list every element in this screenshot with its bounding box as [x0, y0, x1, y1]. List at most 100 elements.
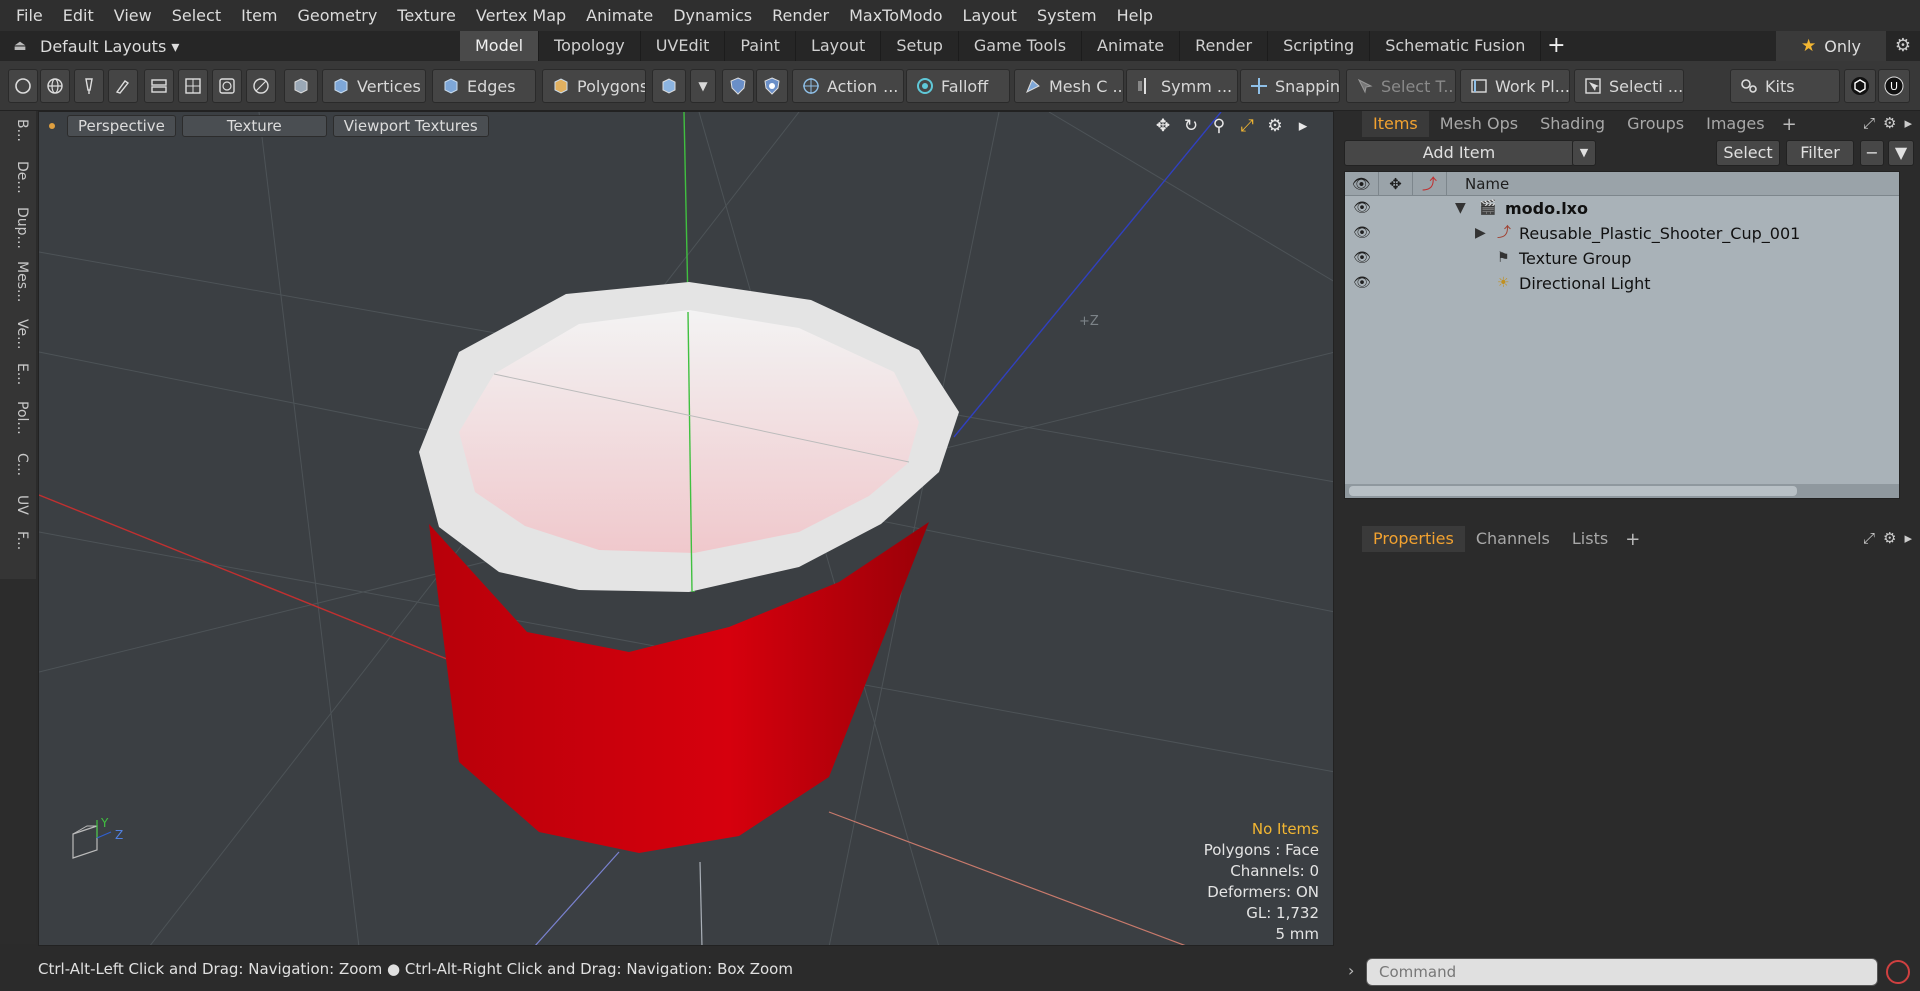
mesh-constraint-button[interactable]: Mesh C ...: [1014, 69, 1124, 103]
left-tab-5[interactable]: Ve...: [6, 319, 30, 349]
select-through-button[interactable]: Select T...: [1346, 69, 1456, 103]
tab-schematic-fusion[interactable]: Schematic Fusion: [1370, 31, 1542, 61]
expand-icon[interactable]: ⤢: [1863, 114, 1875, 132]
left-tab-1[interactable]: B...: [6, 119, 30, 142]
left-tab-2[interactable]: De...: [6, 161, 30, 194]
kits-button[interactable]: Kits: [1730, 69, 1840, 103]
perspective-dropdown[interactable]: Perspective: [67, 115, 176, 137]
filter-button[interactable]: Filter: [1786, 140, 1854, 166]
loop-button[interactable]: [144, 69, 174, 103]
edges-button[interactable]: Edges: [432, 69, 536, 103]
tab-paint[interactable]: Paint: [725, 31, 796, 61]
command-input[interactable]: Command: [1366, 958, 1878, 986]
tree-horizontal-scrollbar[interactable]: [1345, 484, 1899, 498]
menu-file[interactable]: File: [6, 0, 53, 31]
expand-arrow-icon[interactable]: ▼: [1455, 196, 1466, 221]
arc-button[interactable]: [246, 69, 276, 103]
tab-animate[interactable]: Animate: [1082, 31, 1181, 61]
tab-scripting[interactable]: Scripting: [1268, 31, 1371, 61]
play-icon[interactable]: ▸: [1293, 116, 1313, 136]
falloff-button[interactable]: Falloff: [906, 69, 1010, 103]
add-panel-tab-icon[interactable]: +: [1776, 114, 1803, 135]
viewport-gear-icon[interactable]: ⚙: [1265, 116, 1285, 136]
menu-animate[interactable]: Animate: [576, 0, 663, 31]
symmetry-button[interactable]: Symm ...: [1126, 69, 1238, 103]
viewport-textures-dropdown[interactable]: Viewport Textures: [332, 115, 489, 137]
globe-button[interactable]: [40, 69, 70, 103]
tab-channels[interactable]: Channels: [1465, 526, 1561, 552]
menu-layout[interactable]: Layout: [953, 0, 1027, 31]
scrollbar-thumb[interactable]: [1349, 486, 1797, 496]
add-tab-icon[interactable]: +: [1541, 31, 1571, 61]
menu-texture[interactable]: Texture: [387, 0, 466, 31]
visibility-col-icon[interactable]: 👁: [1345, 172, 1379, 196]
visibility-eye-icon[interactable]: 👁: [1349, 271, 1375, 296]
unreal-button[interactable]: U: [1878, 69, 1910, 103]
tab-groups[interactable]: Groups: [1616, 111, 1695, 137]
symmetry-shield-button[interactable]: [722, 69, 754, 103]
menu-item[interactable]: Item: [231, 0, 287, 31]
tab-layout[interactable]: Layout: [796, 31, 882, 61]
left-tab-3[interactable]: Dup...: [6, 207, 30, 249]
left-tab-6[interactable]: E...: [6, 363, 30, 385]
add-item-dropdown[interactable]: ▼: [1572, 140, 1596, 166]
grid-button[interactable]: [178, 69, 208, 103]
modo-cube-button[interactable]: [1844, 69, 1876, 103]
visibility-eye-icon[interactable]: 👁: [1349, 246, 1375, 271]
menu-geometry[interactable]: Geometry: [288, 0, 388, 31]
panel-arrow-icon[interactable]: ▸: [1904, 529, 1912, 547]
selection-sets-button[interactable]: Selecti ...: [1574, 69, 1684, 103]
brush-button[interactable]: [108, 69, 138, 103]
tab-items[interactable]: Items: [1362, 111, 1429, 137]
select-button[interactable]: Select: [1716, 140, 1780, 166]
record-icon[interactable]: [1886, 960, 1910, 984]
lasso-button[interactable]: [212, 69, 242, 103]
tab-lists[interactable]: Lists: [1561, 526, 1619, 552]
add-item-button[interactable]: Add Item: [1344, 140, 1574, 166]
menu-vertex-map[interactable]: Vertex Map: [466, 0, 576, 31]
type-col-icon[interactable]: ⤴: [1413, 172, 1447, 196]
collapse-button[interactable]: −: [1860, 140, 1884, 166]
funnel-button[interactable]: ▼: [1888, 140, 1914, 166]
tab-model[interactable]: Model: [460, 31, 540, 61]
action-center-button[interactable]: Action ...: [792, 69, 904, 103]
maximize-icon[interactable]: ⤢: [1237, 116, 1257, 136]
tree-row-mesh[interactable]: 👁 ▶ ⤴ Reusable_Plastic_Shooter_Cup_001: [1345, 221, 1899, 246]
tree-row-scene[interactable]: 👁 ▼ 🎬 modo.lxo: [1345, 196, 1899, 221]
layout-up-icon[interactable]: ⏏: [0, 38, 40, 54]
expand-icon[interactable]: ⤢: [1863, 529, 1875, 547]
tab-images[interactable]: Images: [1695, 111, 1775, 137]
left-tab-8[interactable]: C...: [6, 453, 30, 476]
item-mode-button[interactable]: [284, 69, 318, 103]
tab-game-tools[interactable]: Game Tools: [959, 31, 1083, 61]
lock-col-icon[interactable]: ✥: [1379, 172, 1413, 196]
3d-viewport[interactable]: Perspective Texture Viewport Textures ✥ …: [38, 111, 1334, 946]
left-tab-7[interactable]: Pol...: [6, 401, 30, 435]
menu-maxtomodo[interactable]: MaxToModo: [839, 0, 952, 31]
rotate-icon[interactable]: ↻: [1181, 116, 1201, 136]
work-plane-button[interactable]: Work Pl...: [1460, 69, 1570, 103]
soft-shield-button[interactable]: [756, 69, 788, 103]
move-icon[interactable]: ✥: [1153, 116, 1173, 136]
add-props-tab-icon[interactable]: +: [1619, 529, 1646, 550]
menu-select[interactable]: Select: [162, 0, 231, 31]
menu-system[interactable]: System: [1027, 0, 1107, 31]
panel-arrow-icon[interactable]: ▸: [1904, 114, 1912, 132]
circle-select-button[interactable]: [8, 69, 38, 103]
only-button[interactable]: ★ Only: [1776, 31, 1886, 61]
gear-icon[interactable]: ⚙: [1886, 31, 1920, 61]
zoom-icon[interactable]: ⚲: [1209, 116, 1229, 136]
menu-render[interactable]: Render: [762, 0, 839, 31]
pen-button[interactable]: [74, 69, 104, 103]
tree-row-light[interactable]: 👁 ☀ Directional Light: [1345, 271, 1899, 296]
menu-dynamics[interactable]: Dynamics: [663, 0, 762, 31]
tab-mesh-ops[interactable]: Mesh Ops: [1429, 111, 1529, 137]
left-tab-9[interactable]: UV: [6, 495, 30, 515]
visibility-eye-icon[interactable]: 👁: [1349, 196, 1375, 221]
menu-help[interactable]: Help: [1107, 0, 1163, 31]
default-layouts-dropdown[interactable]: Default Layouts ▾: [40, 37, 460, 56]
tab-uvedit[interactable]: UVEdit: [641, 31, 726, 61]
tab-topology[interactable]: Topology: [539, 31, 641, 61]
tree-row-texture-group[interactable]: 👁 ⚑ Texture Group: [1345, 246, 1899, 271]
panel-gear-icon[interactable]: ⚙: [1883, 114, 1896, 132]
